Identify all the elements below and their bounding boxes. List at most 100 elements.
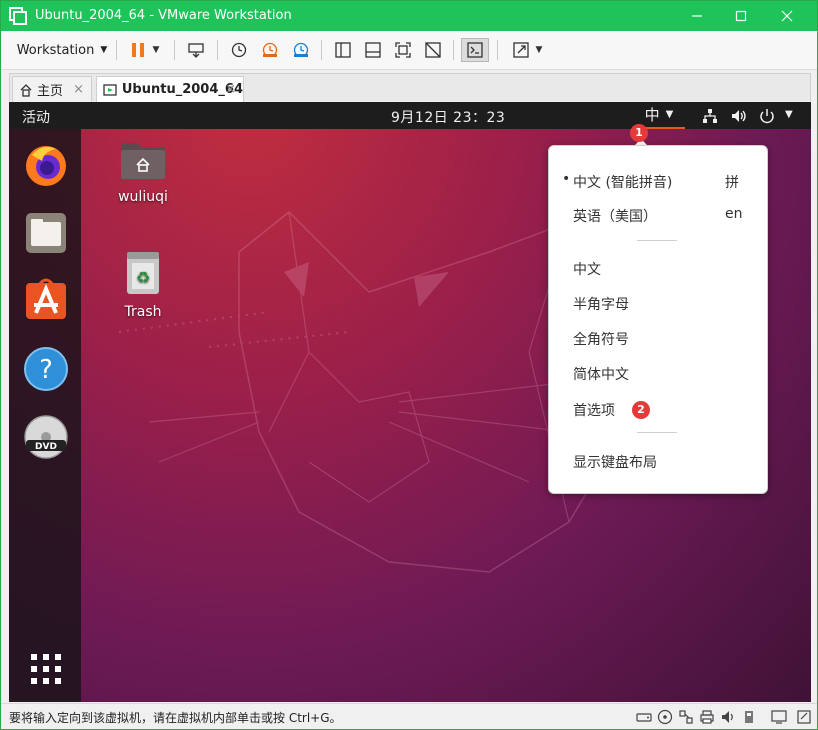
clock[interactable]: 9月12日 23：23 [391,107,505,127]
gnome-top-bar: 活动 9月12日 23：23 中 ▼ ▼ [9,102,811,129]
pause-icon [131,43,144,57]
menu-item-label: 中文 (智能拼音) [573,175,673,191]
printer-icon[interactable] [699,709,715,725]
menu-item-preferences[interactable]: 首选项 [549,394,767,424]
snapshot-manager-button[interactable] [289,38,313,62]
chevron-down-icon: ▼ [665,109,674,120]
menu-item-english-us[interactable]: 英语（美国） en [549,200,767,230]
message-log-icon[interactable] [796,709,812,725]
stretch-guest-button[interactable]: ▼ [507,38,547,62]
input-method-label: 中 [644,106,660,124]
show-applications-icon[interactable] [22,645,70,693]
chevron-down-icon: ▼ [100,45,108,55]
menu-item-chinese-pinyin[interactable]: • 中文 (智能拼音) 拼 [549,166,767,196]
desktop-icon-home[interactable]: wuliuqi [98,137,188,205]
svg-text:DVD: DVD [35,442,57,452]
chevron-down-icon[interactable]: ▼ [785,109,793,120]
unity-button[interactable] [421,38,445,62]
full-screen-icon [395,42,411,58]
display-icon[interactable] [771,709,787,725]
dvd-icon[interactable]: DVD [22,413,70,461]
menu-item-label: 全角符号 [573,332,629,348]
menu-item-shortcut: 拼 [725,175,739,191]
help-icon[interactable]: ? [22,345,70,393]
svg-text:♻: ♻ [136,268,150,287]
network-icon[interactable] [701,107,719,125]
chevron-down-icon: ▼ [535,45,543,55]
menu-item-half-width-letters[interactable]: 半角字母 [549,288,767,318]
network-adapter-icon[interactable] [678,709,694,725]
desktop-icon-label: wuliuqi [118,189,168,205]
menu-item-label: 半角字母 [573,297,629,313]
console-view-button[interactable] [461,38,489,62]
menu-item-shortcut: en [725,206,743,222]
software-center-icon[interactable] [22,275,70,323]
title-bar[interactable]: Ubuntu_2004_64 - VMware Workstation [1,1,817,31]
menu-item-full-width-punctuation[interactable]: 全角符号 [549,323,767,353]
firefox-icon[interactable] [22,141,70,189]
window-title: Ubuntu_2004_64 - VMware Workstation [35,8,292,23]
suspend-button[interactable]: ▼ [125,38,165,62]
minimize-button[interactable] [675,1,719,31]
menu-item-show-keyboard-layout[interactable]: 显示键盘布局 [549,446,767,476]
cd-drive-icon[interactable] [657,709,673,725]
tab-strip: 主页 × Ubuntu_2004_64 × [9,73,811,102]
revert-snapshot-button[interactable] [258,38,282,62]
maximize-button[interactable] [719,1,763,31]
show-library-button[interactable] [331,38,355,62]
desktop-icon-trash[interactable]: ♻ Trash [98,250,188,320]
tab-home[interactable]: 主页 × [12,76,92,102]
hard-disk-icon[interactable] [636,709,652,725]
status-message: 要将输入定向到该虚拟机，请在虚拟机内部单击或按 Ctrl+G。 [9,711,342,725]
workstation-menu-button[interactable]: Workstation ▼ [13,38,111,62]
menu-item-label: 中文 [573,262,601,278]
send-keys-icon [188,43,204,58]
input-method-menu: • 中文 (智能拼音) 拼 英语（美国） en 中文 半角字母 全角符号 简体中… [548,145,768,494]
vm-tab-icon [103,83,117,96]
thumbnail-icon [365,42,381,58]
terminal-icon [467,42,483,58]
power-icon[interactable] [758,107,776,125]
snapshot-button[interactable] [227,38,251,62]
menu-item-label: 英语（美国） [573,209,657,225]
minimize-icon [692,15,702,17]
home-folder-icon [121,143,165,179]
stretch-icon [512,42,529,58]
close-icon [781,10,793,22]
annotation-badge: 2 [632,401,650,419]
library-icon [335,42,351,58]
tab-close-icon[interactable]: × [73,82,84,97]
trash-icon: ♻ [127,252,159,294]
annotation-badge: 1 [630,124,648,142]
home-icon [20,83,32,97]
files-icon[interactable] [22,209,70,257]
svg-text:?: ? [39,355,53,385]
volume-icon[interactable] [730,107,748,125]
vmware-window: Ubuntu_2004_64 - VMware Workstation Work… [0,0,818,730]
chevron-down-icon: ▼ [152,45,160,55]
menu-item-chinese-mode[interactable]: 中文 [549,253,767,283]
toolbar: Workstation ▼ ▼ ▼ [1,31,817,70]
menu-item-simplified-chinese[interactable]: 简体中文 [549,358,767,388]
toolbar-divider [217,40,218,60]
menu-item-label: 首选项 [573,403,615,419]
thumbnail-bar-button[interactable] [361,38,385,62]
usb-device-icon[interactable] [741,709,757,725]
snapshot-manager-icon [293,42,309,58]
full-screen-button[interactable] [391,38,415,62]
menu-item-label: 简体中文 [573,367,629,383]
tab-label: 主页 [37,84,64,99]
close-button[interactable] [765,1,809,31]
revert-snapshot-icon [262,42,278,58]
desktop-icon-label: Trash [124,304,162,320]
toolbar-divider [174,40,175,60]
send-ctrl-alt-del-button[interactable] [184,38,208,62]
ubuntu-dock: ? DVD [9,129,81,702]
vm-screen[interactable]: 活动 9月12日 23：23 中 ▼ ▼ ? DVD wuliuqi ♻ Tra… [9,102,811,702]
vmware-app-icon [9,7,27,25]
activities-button[interactable]: 活动 [22,107,50,127]
sound-card-icon[interactable] [720,709,736,725]
tab-close-icon[interactable]: × [225,82,236,97]
tab-ubuntu-vm[interactable]: Ubuntu_2004_64 × [96,76,244,102]
toolbar-divider [497,40,498,60]
